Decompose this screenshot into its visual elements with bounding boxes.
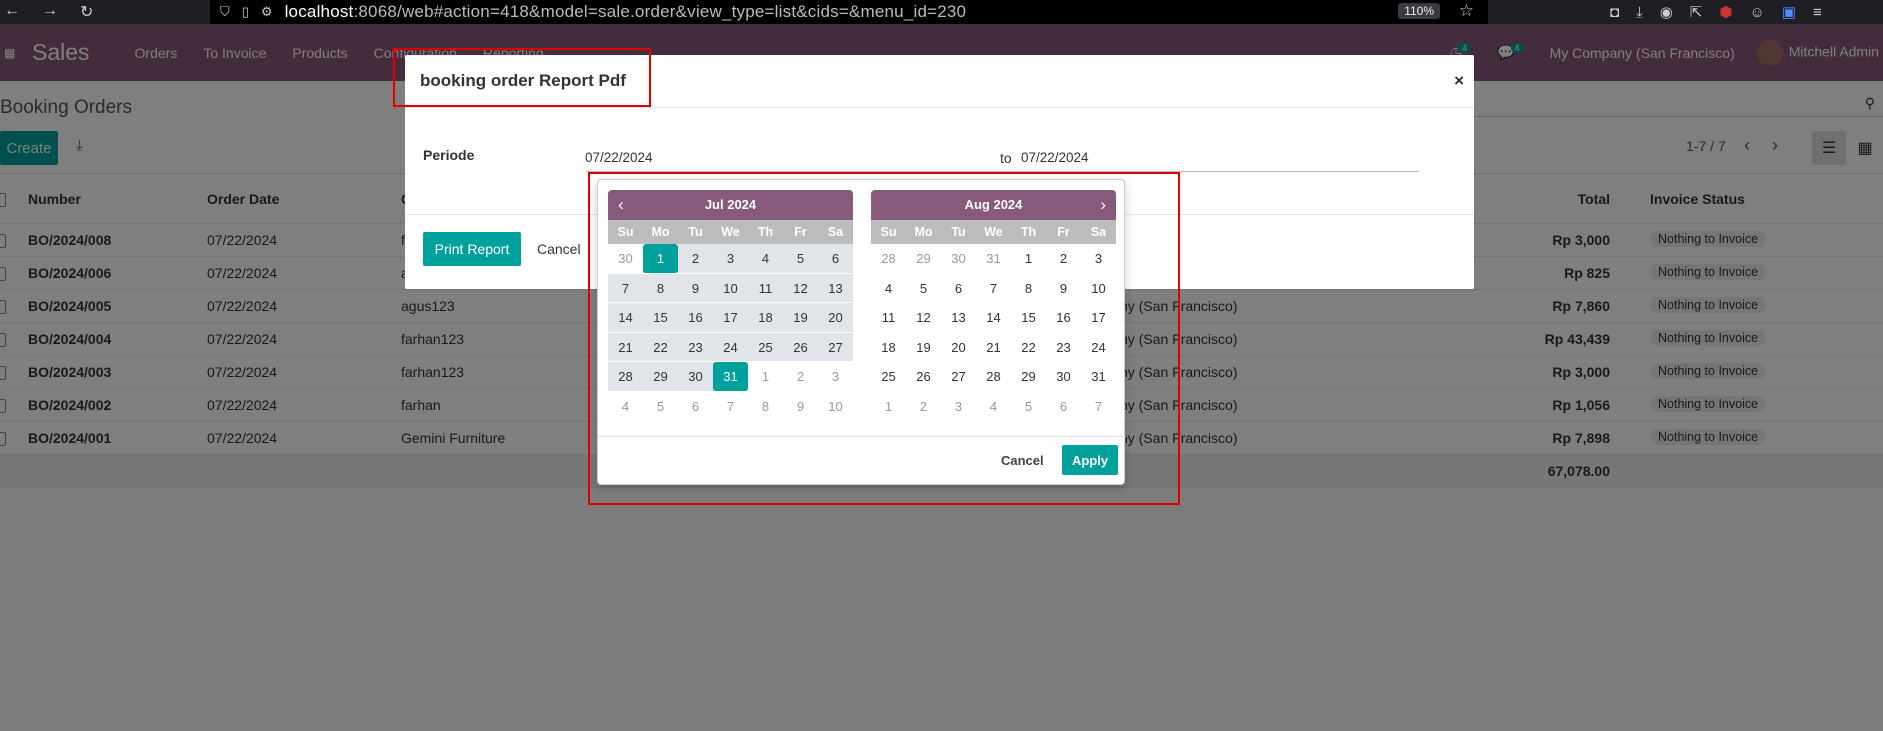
browser-extension-icons: ◘ ⤓ ◉ ⇱ ⬢ ☺ ▣ ≡ — [1610, 0, 1822, 24]
close-icon[interactable]: × — [1454, 71, 1464, 91]
browser-toolbar: ← → ↻ ⛉ ▯ ⚙ localhost:8068/web#action=41… — [0, 0, 1883, 24]
url-host: localhost — [284, 2, 354, 21]
annotation-box-datepicker — [588, 172, 1180, 505]
annotation-box-title — [393, 48, 651, 107]
date-to-label: to — [1000, 150, 1012, 166]
reload-icon[interactable]: ↻ — [80, 2, 93, 22]
periode-label: Periode — [423, 147, 475, 163]
print-report-button[interactable]: Print Report — [423, 232, 521, 266]
date-from-input[interactable]: 07/22/2024 — [585, 150, 653, 165]
browser-nav: ← → ↻ — [0, 2, 210, 22]
url-path: :8068/web#action=418&model=sale.order&vi… — [353, 2, 967, 21]
zoom-level[interactable]: 110% — [1398, 3, 1440, 19]
download-icon[interactable]: ⤓ — [1636, 4, 1643, 21]
bookmark-star-icon[interactable]: ☆ — [1459, 1, 1474, 21]
translate-icon[interactable]: ▣ — [1782, 3, 1796, 21]
page-icon: ▯ — [241, 4, 249, 19]
permissions-icon[interactable]: ⚙ — [261, 4, 273, 20]
share-icon[interactable]: ⇱ — [1690, 3, 1703, 21]
shield-icon[interactable]: ⛉ — [220, 4, 230, 20]
profile-extension-icon[interactable]: ☺ — [1749, 4, 1764, 21]
cancel-button[interactable]: Cancel — [537, 241, 581, 257]
ublock-icon[interactable]: ⬢ — [1719, 3, 1732, 21]
extension-icon[interactable]: ◉ — [1660, 3, 1673, 21]
date-to-input[interactable]: 07/22/2024 — [1021, 150, 1089, 165]
menu-icon[interactable]: ≡ — [1813, 4, 1822, 21]
url-text[interactable]: localhost:8068/web#action=418&model=sale… — [285, 2, 967, 22]
pocket-icon[interactable]: ◘ — [1610, 4, 1619, 21]
url-bar[interactable]: ⛉ ▯ ⚙ localhost:8068/web#action=418&mode… — [210, 0, 1488, 24]
forward-icon[interactable]: → — [42, 2, 58, 22]
back-icon[interactable]: ← — [4, 2, 20, 22]
